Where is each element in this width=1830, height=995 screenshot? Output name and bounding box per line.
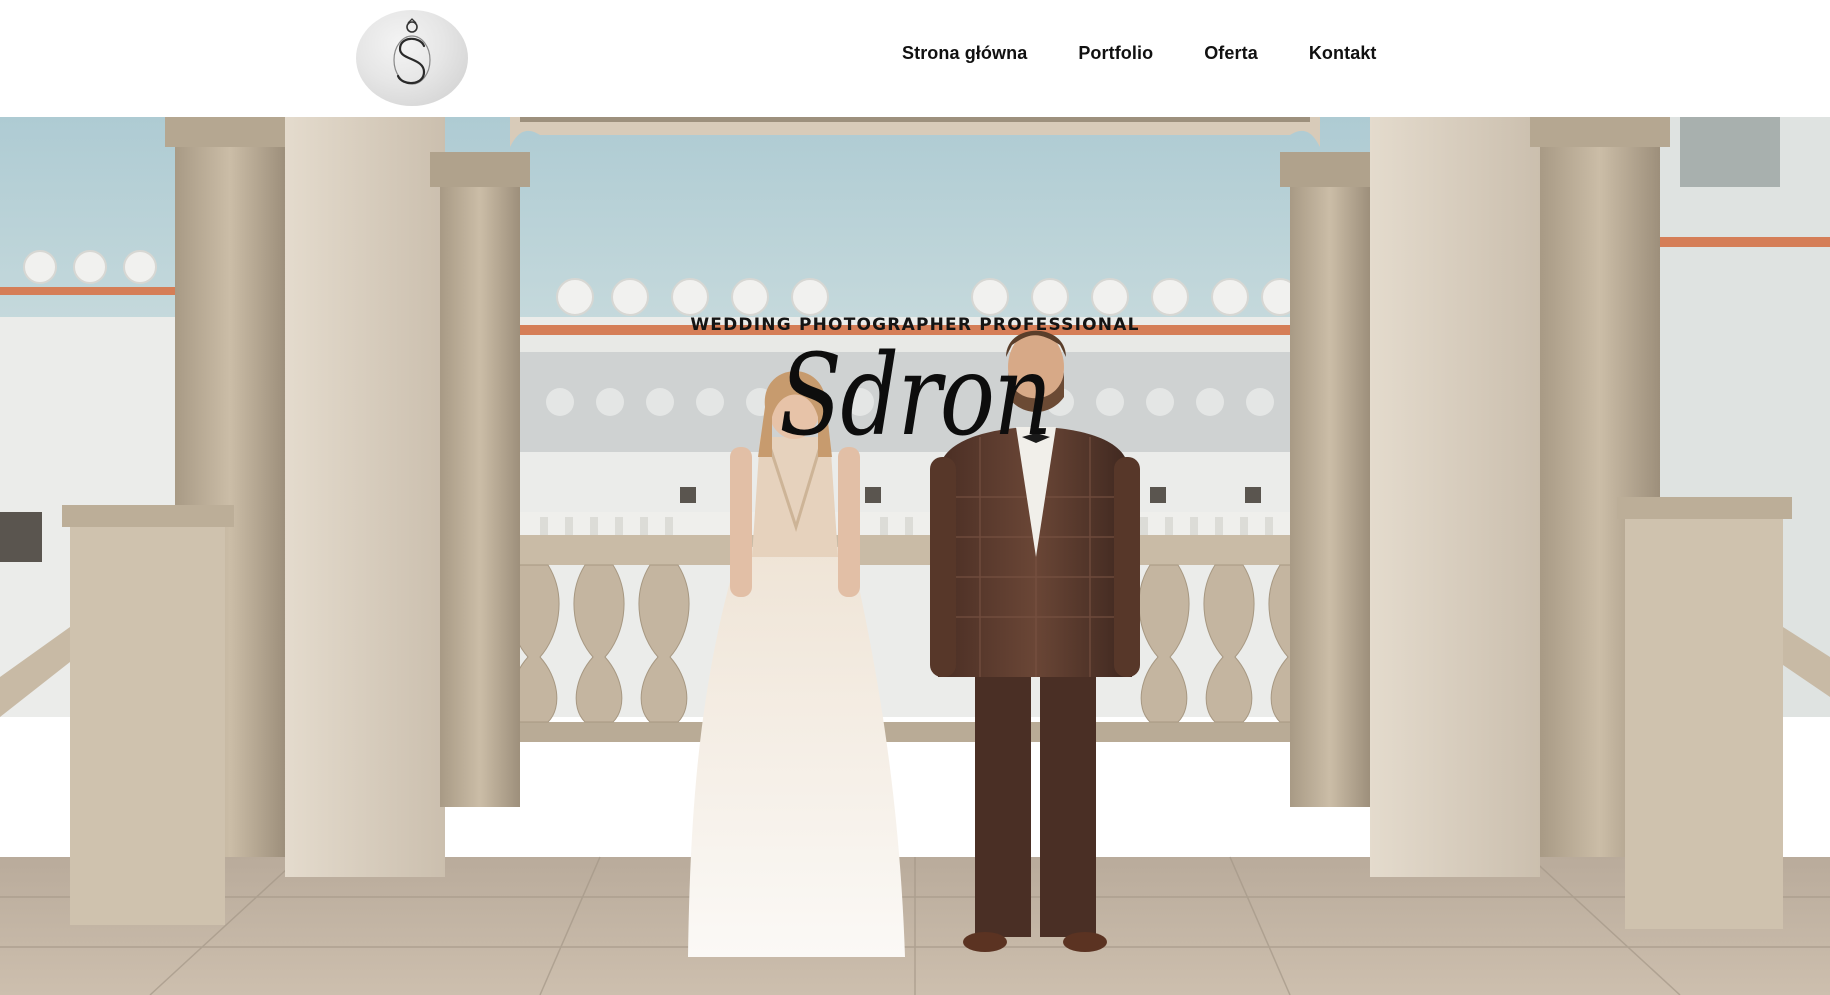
logo-s-monogram-icon bbox=[393, 18, 431, 85]
site-logo[interactable] bbox=[356, 10, 468, 106]
main-nav: Strona główna Portfolio Oferta Kontakt bbox=[902, 40, 1377, 66]
hero-brand-title: Sdron bbox=[779, 331, 1052, 461]
nav-link-portfolio[interactable]: Portfolio bbox=[1078, 40, 1153, 66]
nav-link-oferta[interactable]: Oferta bbox=[1204, 40, 1258, 66]
site-header: Strona główna Portfolio Oferta Kontakt bbox=[0, 0, 1830, 117]
wedding-couple-photo-icon bbox=[0, 117, 1830, 995]
nav-link-strona-glowna[interactable]: Strona główna bbox=[902, 40, 1027, 66]
nav-link-kontakt[interactable]: Kontakt bbox=[1309, 40, 1377, 66]
hero-section: WEDDING PHOTOGRAPHER PROFESSIONAL Sdron bbox=[0, 117, 1830, 995]
